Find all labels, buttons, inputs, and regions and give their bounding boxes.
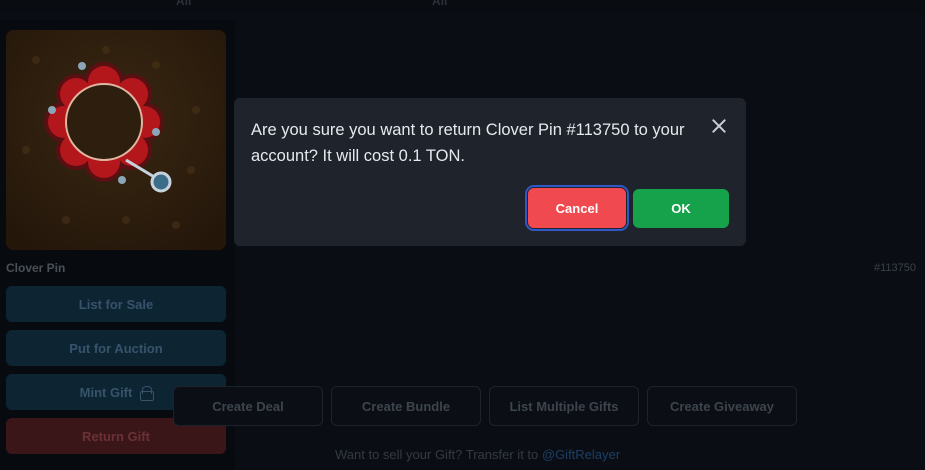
footer-text: Want to sell your Gift? Transfer it to <box>335 447 542 462</box>
close-icon[interactable] <box>710 117 728 135</box>
gift-relayer-link[interactable]: @GiftRelayer <box>542 447 620 462</box>
confirm-return-dialog: Are you sure you want to return Clover P… <box>234 98 746 246</box>
footer-note: Want to sell your Gift? Transfer it to @… <box>335 447 620 462</box>
top-tab-strip: All All <box>0 0 925 12</box>
tab-all-1[interactable]: All <box>176 0 191 8</box>
create-giveaway-button[interactable]: Create Giveaway <box>647 386 797 426</box>
gift-image <box>6 30 226 250</box>
gift-name: Clover Pin <box>6 261 66 275</box>
clover-pin-illustration <box>6 30 226 250</box>
list-multiple-gifts-button[interactable]: List Multiple Gifts <box>489 386 639 426</box>
create-bundle-button[interactable]: Create Bundle <box>331 386 481 426</box>
cancel-button[interactable]: Cancel <box>525 185 629 231</box>
dialog-message: Are you sure you want to return Clover P… <box>251 121 685 165</box>
mint-gift-label: Mint Gift <box>79 384 133 400</box>
gift-number: #113750 <box>873 262 916 274</box>
ok-button[interactable]: OK <box>633 189 729 228</box>
lock-icon <box>140 385 155 401</box>
list-for-sale-button[interactable]: List for Sale <box>6 286 226 322</box>
put-for-auction-button[interactable]: Put for Auction <box>6 330 226 366</box>
create-deal-button[interactable]: Create Deal <box>173 386 323 426</box>
tab-all-2[interactable]: All <box>432 0 447 8</box>
